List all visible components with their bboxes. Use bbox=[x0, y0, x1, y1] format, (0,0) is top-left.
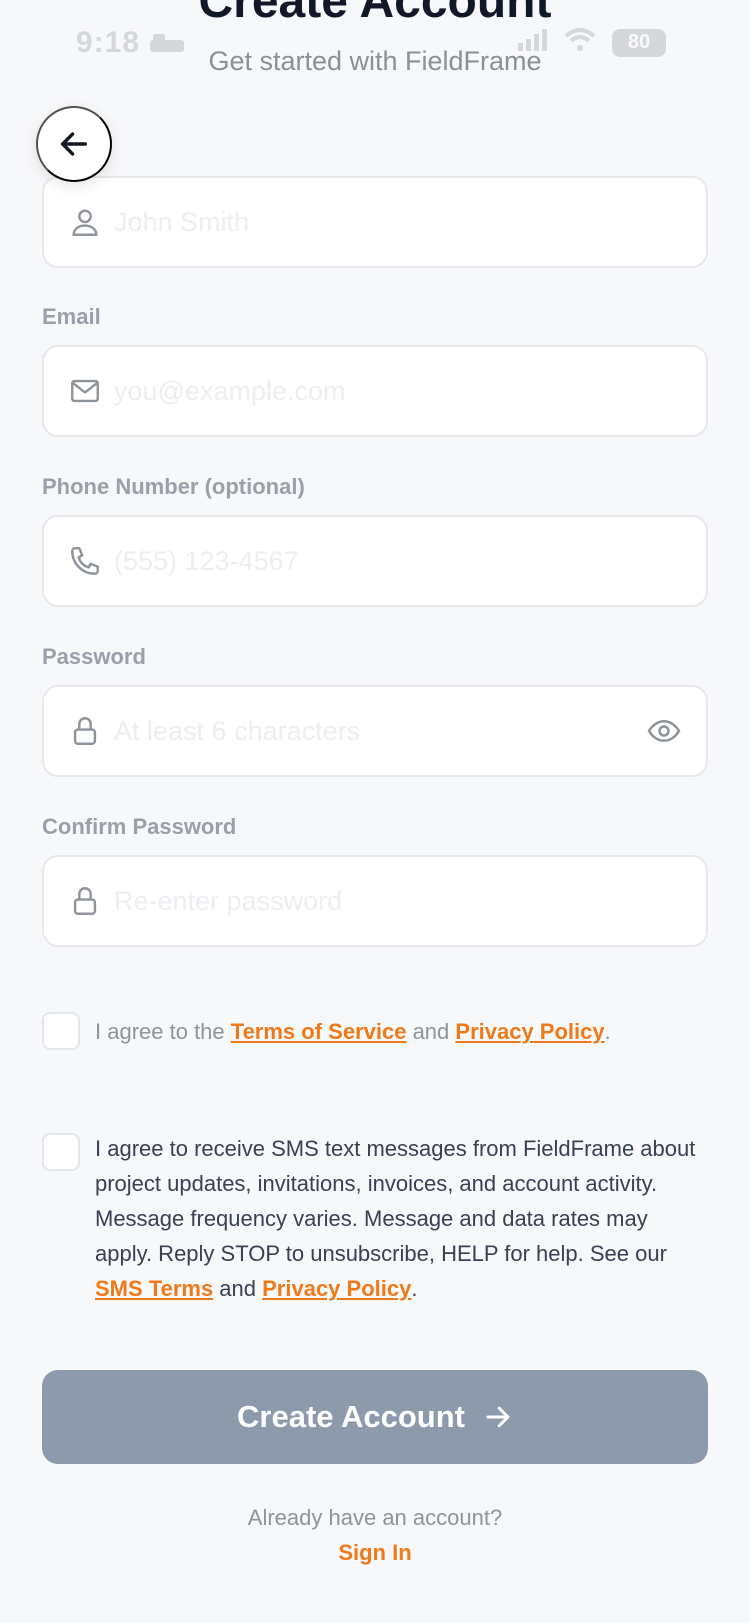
lock-icon bbox=[73, 887, 97, 915]
mail-icon bbox=[71, 379, 99, 403]
name-input[interactable] bbox=[114, 178, 654, 266]
terms-of-service-link[interactable]: Terms of Service bbox=[231, 1019, 407, 1044]
terms-checkbox[interactable] bbox=[42, 1012, 80, 1050]
sms-consent-body: I agree to receive SMS text messages fro… bbox=[95, 1136, 696, 1266]
phone-icon bbox=[71, 547, 99, 575]
page-subtitle: Get started with FieldFrame bbox=[208, 46, 542, 76]
sms-suffix: . bbox=[411, 1276, 418, 1301]
terms-agreement-row: I agree to the Terms of Service and Priv… bbox=[42, 1012, 708, 1052]
phone-label: Phone Number (optional) bbox=[42, 474, 305, 499]
user-icon bbox=[72, 209, 98, 236]
password-field[interactable] bbox=[42, 685, 708, 777]
page-title: Create Account bbox=[198, 0, 552, 28]
email-field[interactable] bbox=[42, 345, 708, 437]
sign-in-link[interactable]: Sign In bbox=[0, 1540, 750, 1566]
terms-and: and bbox=[406, 1019, 456, 1044]
confirm-password-input[interactable] bbox=[114, 857, 654, 945]
terms-suffix: . bbox=[604, 1019, 611, 1044]
back-button[interactable] bbox=[36, 106, 112, 182]
sms-terms-link[interactable]: SMS Terms bbox=[95, 1276, 213, 1301]
password-input[interactable] bbox=[114, 687, 594, 775]
sms-agreement-row: I agree to receive SMS text messages fro… bbox=[42, 1133, 708, 1313]
sms-consent-text: I agree to receive SMS text messages fro… bbox=[95, 1131, 705, 1306]
arrow-left-icon bbox=[60, 132, 88, 156]
create-account-label: Create Account bbox=[237, 1399, 465, 1434]
email-input[interactable] bbox=[114, 347, 654, 435]
lock-icon bbox=[73, 717, 97, 745]
privacy-policy-link[interactable]: Privacy Policy bbox=[455, 1019, 604, 1044]
password-label: Password bbox=[42, 644, 146, 669]
create-account-button[interactable]: Create Account bbox=[42, 1370, 708, 1464]
signin-prompt: Already have an account? bbox=[247, 1505, 503, 1530]
name-field[interactable] bbox=[42, 176, 708, 268]
phone-field[interactable] bbox=[42, 515, 708, 607]
confirm-password-label: Confirm Password bbox=[42, 814, 237, 839]
phone-input[interactable] bbox=[114, 517, 654, 605]
arrow-right-icon bbox=[486, 1406, 510, 1428]
terms-text: I agree to the Terms of Service and Priv… bbox=[95, 1014, 705, 1049]
create-account-screen: 9:18 80 Create Account Get started with … bbox=[0, 0, 750, 1623]
eye-icon[interactable] bbox=[646, 713, 682, 749]
sms-and: and bbox=[213, 1276, 263, 1301]
email-label: Email bbox=[42, 304, 101, 329]
confirm-password-field[interactable] bbox=[42, 855, 708, 947]
terms-prefix: I agree to the bbox=[95, 1019, 231, 1044]
sms-privacy-policy-link[interactable]: Privacy Policy bbox=[262, 1276, 411, 1301]
sms-checkbox[interactable] bbox=[42, 1133, 80, 1171]
